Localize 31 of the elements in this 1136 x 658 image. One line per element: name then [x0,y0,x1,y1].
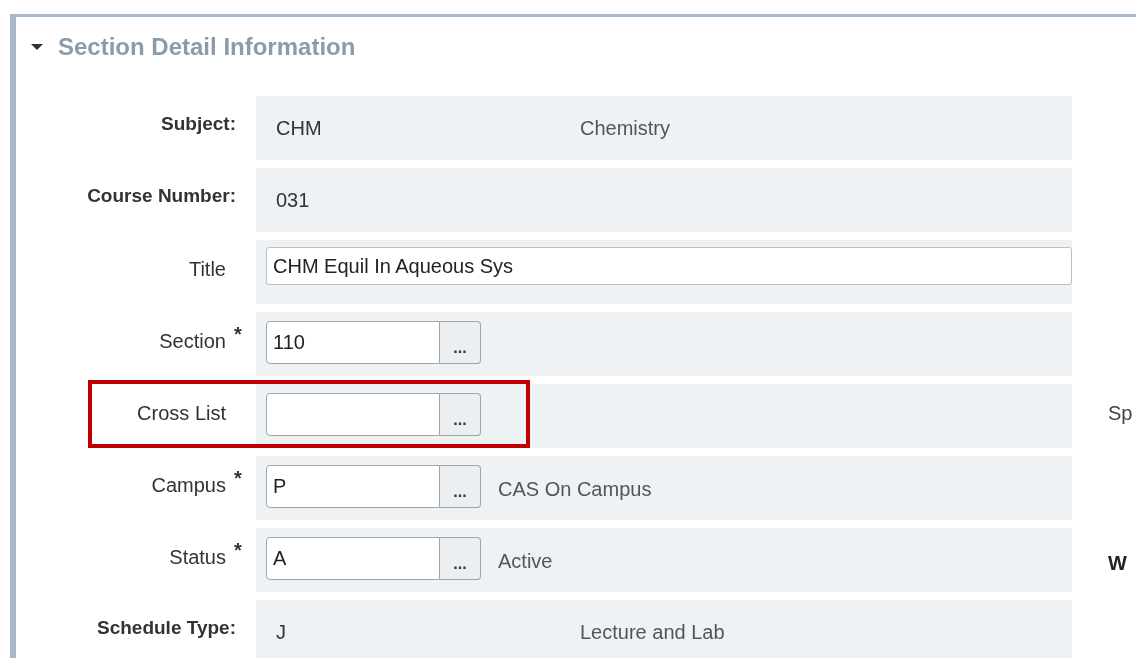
title-field[interactable]: CHM Equil In Aqueous Sys [266,247,1072,285]
caret-icon[interactable] [30,43,44,51]
field-label: Subject: [161,112,236,136]
field-label: Schedule Type: [97,616,236,640]
field-label: Course Number: [87,184,236,208]
required-mark: * [234,468,242,488]
lookup-button[interactable]: ... [440,537,481,580]
field-label: Cross List [137,401,226,426]
field-label: Section [159,329,226,354]
field-label: Campus [151,473,226,498]
lookup-button[interactable]: ... [440,393,481,436]
field-value: CHM [276,116,323,141]
field-value: J [276,620,287,645]
field-description: Lecture and Lab [580,620,725,645]
section-title: Section Detail Information [58,32,356,62]
input-field[interactable]: A [266,537,440,580]
input-field[interactable]: P [266,465,440,508]
field-value: 031 [276,188,311,213]
field-description: CAS On Campus [498,477,652,502]
side-label: W [1108,551,1127,576]
field-label: Status [169,545,226,570]
field-description: Chemistry [580,116,670,141]
required-mark: * [234,324,242,344]
side-label: Sp [1108,401,1133,426]
input-field[interactable]: 110 [266,321,440,364]
lookup-button[interactable]: ... [440,465,481,508]
field-label: Title [188,257,226,282]
lookup-button[interactable]: ... [440,321,481,364]
required-mark: * [234,540,242,560]
field-description: Active [498,549,553,574]
input-field[interactable] [266,393,440,436]
